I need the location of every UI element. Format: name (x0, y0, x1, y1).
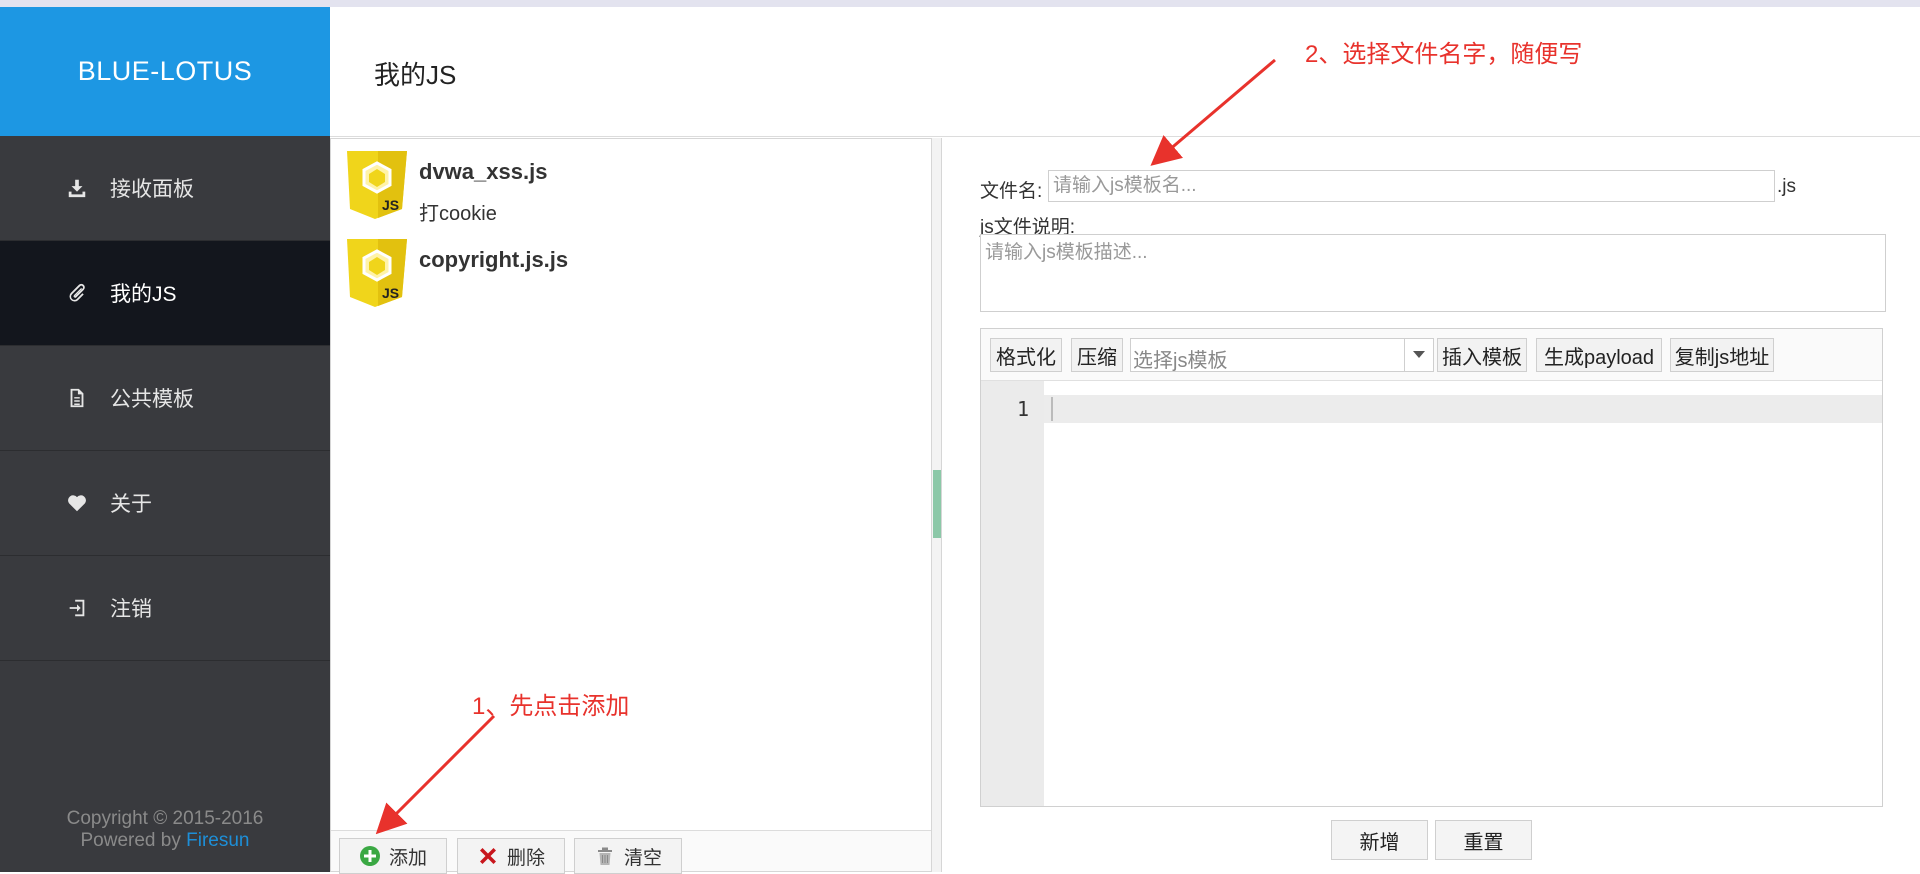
document-icon (64, 385, 90, 411)
list-bottom-toolbar: 添加 删除 清空 (331, 830, 931, 874)
svg-text:JS: JS (382, 197, 399, 213)
line-number-gutter (981, 381, 1044, 806)
annotation-step-2: 2、选择文件名字，随便写 (1305, 41, 1583, 68)
add-button[interactable]: 添加 (339, 838, 447, 874)
sidebar-item-label: 接收面板 (110, 178, 194, 201)
insert-template-button[interactable]: 插入模板 (1437, 338, 1527, 372)
new-button[interactable]: 新增 (1331, 820, 1428, 860)
brand-logo[interactable]: BLUE-LOTUS (0, 7, 330, 136)
download-icon (64, 175, 90, 201)
js-list-panel: JS dvwa_xss.js 打cookie JS copyright.js.j… (330, 138, 932, 874)
filename-suffix: .js (1777, 176, 1796, 197)
sidebar: BLUE-LOTUS 接收面板 我的JS 公共模板 关于 注销 Copyrigh… (0, 7, 330, 872)
powered-by-text: Powered by (80, 830, 181, 851)
line-number: 1 (1016, 397, 1029, 421)
heart-icon (64, 490, 90, 516)
editor-toolbar: 格式化 压缩 选择js模板 插入模板 生成payload 复制js地址 (981, 329, 1882, 381)
add-circle-icon (359, 846, 380, 866)
template-select-value: 选择js模板 (1133, 350, 1228, 372)
clear-button-label: 清空 (623, 847, 662, 869)
js-item-name: copyright.js.js (419, 247, 569, 272)
sidebar-item-logout[interactable]: 注销 (0, 556, 330, 661)
page-header: 我的JS (330, 7, 1920, 137)
js-badge-icon: JS (347, 151, 407, 219)
sidebar-item-receive-panel[interactable]: 接收面板 (0, 136, 330, 241)
paperclip-icon (64, 280, 90, 306)
panel-splitter[interactable] (932, 138, 942, 872)
copyright-text: Copyright © 2015-2016 (66, 808, 264, 829)
generate-payload-button[interactable]: 生成payload (1536, 338, 1662, 372)
annotation-step-1: 1、先点击添加 (472, 693, 630, 720)
sidebar-item-public-templates[interactable]: 公共模板 (0, 346, 330, 451)
code-editor: 格式化 压缩 选择js模板 插入模板 生成payload 复制js地址 1 (980, 328, 1883, 807)
firesun-link[interactable]: Firesun (186, 830, 249, 851)
copyright: Copyright © 2015-2016 Powered by Firesun (0, 808, 330, 852)
sidebar-item-label: 公共模板 (110, 388, 194, 411)
delete-x-icon (479, 848, 496, 864)
reset-button[interactable]: 重置 (1435, 820, 1532, 860)
format-button[interactable]: 格式化 (990, 338, 1062, 372)
js-badge-icon: JS (347, 239, 407, 307)
code-area[interactable] (1044, 381, 1882, 806)
js-desc-textarea[interactable] (980, 234, 1886, 312)
js-item-desc: 打cookie (419, 203, 497, 225)
sidebar-item-about[interactable]: 关于 (0, 451, 330, 556)
logout-icon (64, 595, 90, 621)
compress-button[interactable]: 压缩 (1071, 338, 1123, 372)
list-item[interactable]: JS dvwa_xss.js 打cookie (345, 147, 547, 226)
add-button-label: 添加 (388, 847, 427, 869)
list-item[interactable]: JS copyright.js.js (345, 235, 568, 309)
sidebar-item-label: 关于 (110, 493, 152, 516)
filename-label: 文件名: (980, 181, 1043, 202)
trash-icon (597, 847, 612, 865)
delete-button[interactable]: 删除 (457, 838, 565, 874)
window-top-strip (0, 0, 1920, 7)
sidebar-item-label: 注销 (110, 598, 152, 621)
sidebar-item-label: 我的JS (110, 283, 177, 306)
clear-button[interactable]: 清空 (574, 838, 682, 874)
chevron-down-icon (1404, 339, 1433, 371)
template-select[interactable]: 选择js模板 (1130, 338, 1434, 372)
copy-js-url-button[interactable]: 复制js地址 (1670, 338, 1774, 372)
filename-input[interactable] (1048, 170, 1775, 202)
splitter-handle[interactable] (933, 470, 941, 538)
page-title: 我的JS (374, 60, 457, 90)
svg-text:JS: JS (382, 285, 399, 301)
sidebar-item-my-js[interactable]: 我的JS (0, 241, 330, 346)
js-item-name: dvwa_xss.js (419, 159, 548, 184)
delete-button-label: 删除 (506, 847, 545, 869)
